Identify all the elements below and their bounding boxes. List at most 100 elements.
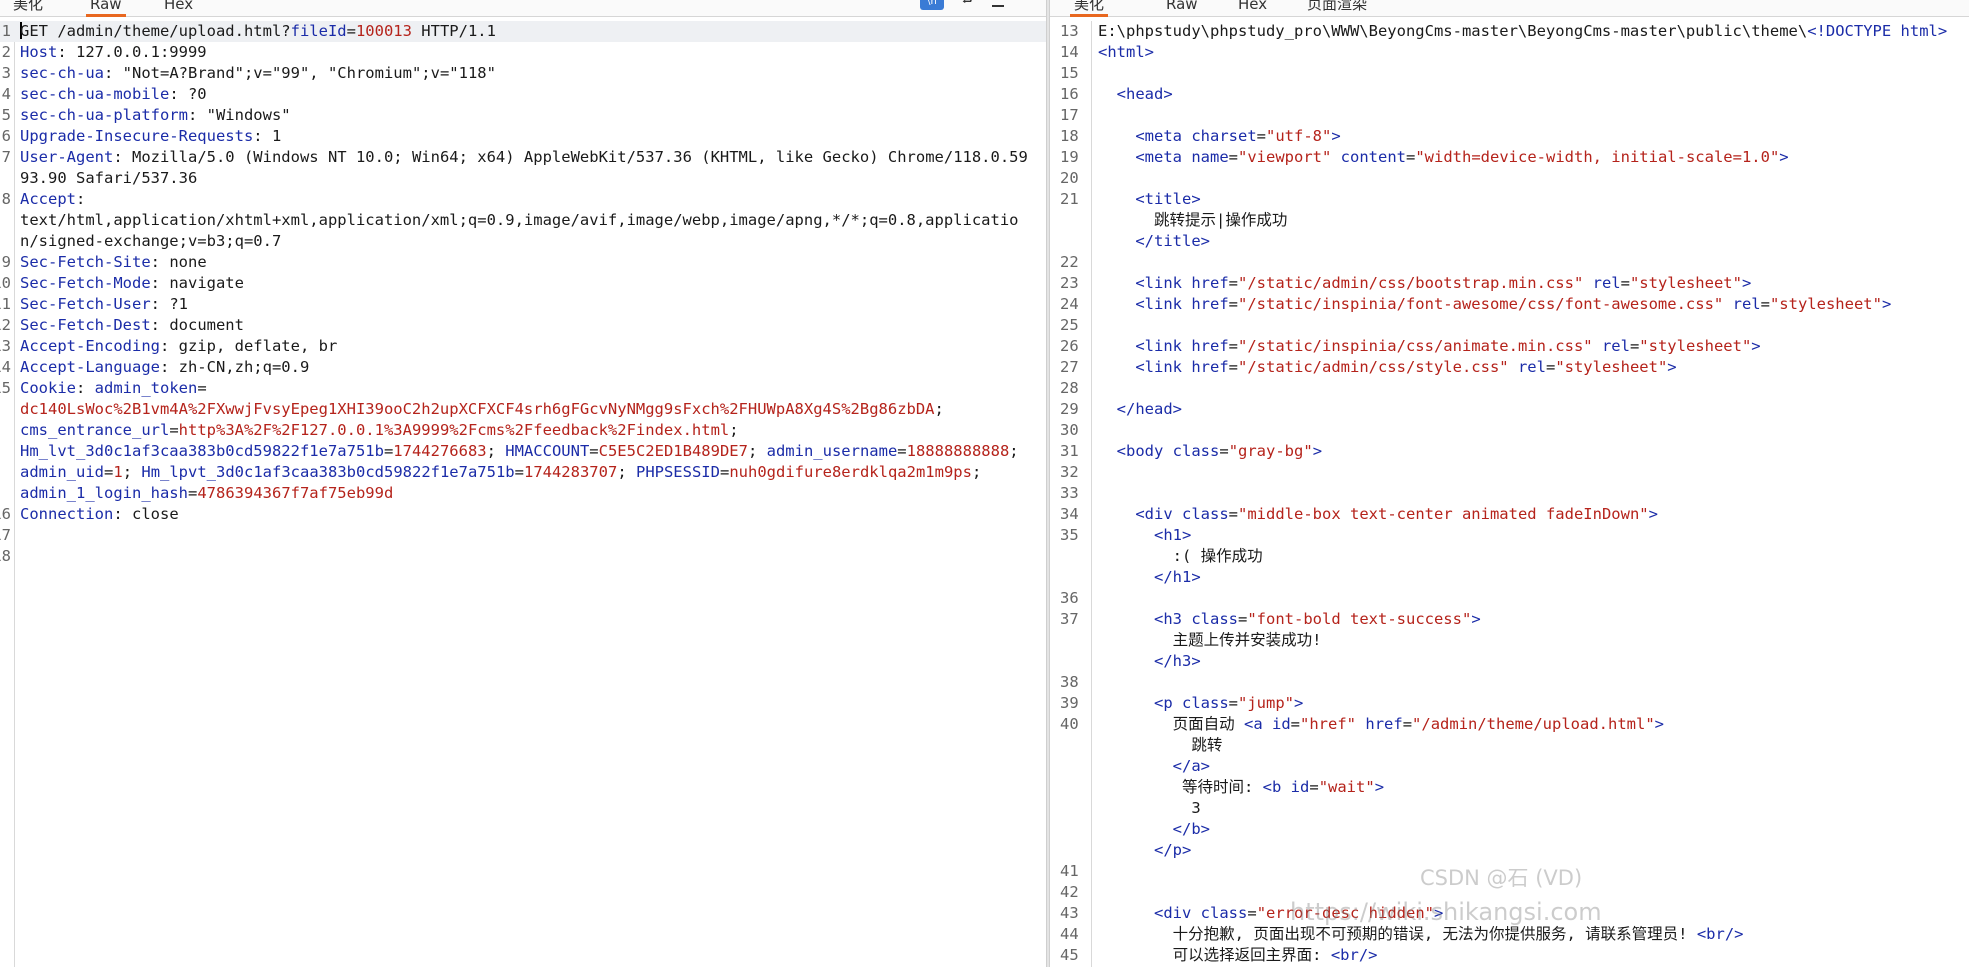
code-text: <body class="gray-bg"> <box>1092 441 1969 462</box>
code-token: class <box>1182 505 1229 523</box>
code-token: "/admin/theme/upload.html" <box>1412 715 1655 733</box>
code-token: rel <box>1592 274 1621 292</box>
code-text: Sec-Fetch-Mode: navigate <box>15 273 1046 294</box>
code-token: admin_username <box>766 442 898 460</box>
code-line: 18 <box>0 546 1046 567</box>
line-number: 2 <box>1 43 11 61</box>
code-line: 18 <meta charset="utf-8"> <box>1050 126 1969 147</box>
code-line: 13Accept-Encoding: gzip, deflate, br <box>0 336 1046 357</box>
line-number: 37 <box>1060 610 1079 628</box>
code-token: 十分抱歉, 页面出现不可预期的错误, 无法为你提供服务, 请联系管理员! <box>1098 925 1697 943</box>
line-number: 4 <box>1 85 11 103</box>
watermark-url: https://wiki.shikangsi.com <box>1290 898 1602 926</box>
code-token: http%3A%2F%2F127.0.0.1%3A9999%2Fcms%2Ffe… <box>178 421 730 439</box>
code-token: = <box>1247 904 1257 922</box>
code-token: <link <box>1135 358 1192 376</box>
line-number: 24 <box>1060 295 1079 313</box>
line-number: 40 <box>1060 715 1079 733</box>
line-number: 11 <box>0 295 11 313</box>
tab-raw[interactable]: Raw <box>86 0 126 17</box>
code-token: Hm_lpvt_3d0c1af3caa383b0cd59822f1e7a751b <box>141 463 515 481</box>
code-token: fileId <box>290 22 347 40</box>
code-token: <meta <box>1135 127 1192 145</box>
code-token: <body <box>1116 442 1173 460</box>
line-number: 32 <box>1060 463 1079 481</box>
code-line: 44 十分抱歉, 页面出现不可预期的错误, 无法为你提供服务, 请联系管理员! … <box>1050 924 1969 945</box>
code-line: 34 <div class="middle-box text-center an… <box>1050 504 1969 525</box>
code-token: HMACCOUNT <box>505 442 590 460</box>
code-token: </h1> <box>1154 568 1201 586</box>
code-token: = <box>1228 274 1238 292</box>
tab-pretty[interactable]: 美化 <box>1070 0 1109 17</box>
code-token: : close <box>113 505 179 523</box>
text-wrap-icon[interactable]: ⮐ <box>962 0 974 13</box>
code-token: <link <box>1135 337 1192 355</box>
code-token: : navigate <box>150 274 244 292</box>
tab-hex[interactable]: Hex <box>1234 0 1271 17</box>
code-text: Upgrade-Insecure-Requests: 1 <box>15 126 1046 147</box>
code-token: = <box>1228 295 1238 313</box>
code-token: dc140LsWoc%2B1vm4A%2FXwwjFvsyEpeg1XHI39o… <box>20 400 935 418</box>
code-text: <title> 跳转提示|操作成功 </title> <box>1092 189 1969 252</box>
code-token: href <box>1191 337 1229 355</box>
line-number: 42 <box>1060 883 1079 901</box>
code-token: "href" <box>1300 715 1357 733</box>
code-token: <br/> <box>1330 946 1378 964</box>
code-token: = <box>1228 337 1238 355</box>
line-number: 10 <box>0 274 11 292</box>
code-token: ; <box>971 463 982 481</box>
code-line: 11Sec-Fetch-User: ?1 <box>0 294 1046 315</box>
code-text: <div class="middle-box text-center anima… <box>1092 504 1969 525</box>
code-token: HTTP/1.1 <box>411 22 496 40</box>
line-number: 3 <box>1 64 11 82</box>
line-number: 23 <box>1060 274 1079 292</box>
code-line: 35 <h1> :( 操作成功 </h1> <box>1050 525 1969 588</box>
code-token: name <box>1191 148 1229 166</box>
line-numbers-icon[interactable]: \n <box>920 0 944 10</box>
code-token: = <box>1228 358 1238 376</box>
code-token: 4786394367f7af75eb99d <box>197 484 394 502</box>
code-text: sec-ch-ua-mobile: ?0 <box>15 84 1046 105</box>
code-line: 7 User-Agent: Mozilla/5.0 (Windows NT 10.… <box>0 147 1046 189</box>
code-token: Accept-Encoding <box>20 337 160 355</box>
line-number: 9 <box>1 253 11 271</box>
code-token: = <box>1620 274 1630 292</box>
tab-pretty[interactable]: 美化 <box>9 0 47 17</box>
line-number: 18 <box>1060 127 1079 145</box>
code-token: 等待时间: <box>1182 778 1254 796</box>
line-number: 12 <box>0 316 11 334</box>
code-line: 29 </head> <box>1050 399 1969 420</box>
code-line: 38 <box>1050 672 1969 693</box>
tab-hex[interactable]: Hex <box>160 0 197 17</box>
code-token: ; <box>486 442 506 460</box>
request-editor[interactable]: 1 GET /admin/theme/upload.html?fileId=100… <box>0 21 1046 967</box>
code-token: <p <box>1154 694 1182 712</box>
tab-render[interactable]: 页面渲染 <box>1303 0 1371 17</box>
code-token: "/static/inspinia/font-awesome/css/font-… <box>1238 295 1724 313</box>
tab-raw[interactable]: Raw <box>1162 0 1202 17</box>
menu-icon[interactable] <box>991 0 1004 7</box>
code-token: > <box>1471 610 1481 628</box>
code-token: Upgrade-Insecure-Requests <box>20 127 254 145</box>
code-line: 32 <box>1050 462 1969 483</box>
code-token: "/static/admin/css/style.css" <box>1238 358 1509 376</box>
code-text: Accept-Encoding: gzip, deflate, br <box>15 336 1046 357</box>
code-line: 5 sec-ch-ua-platform: "Windows" <box>0 105 1046 126</box>
code-token: "width=device-width, initial-scale=1.0" <box>1415 148 1780 166</box>
response-editor[interactable]: 13 E:\phpstudy\phpstudy_pro\WWW\BeyongCms… <box>1050 21 1969 967</box>
line-number: 19 <box>1060 148 1079 166</box>
code-token: href <box>1191 358 1229 376</box>
code-line: 3 sec-ch-ua: "Not=A?Brand";v="99", "Chrom… <box>0 63 1046 84</box>
